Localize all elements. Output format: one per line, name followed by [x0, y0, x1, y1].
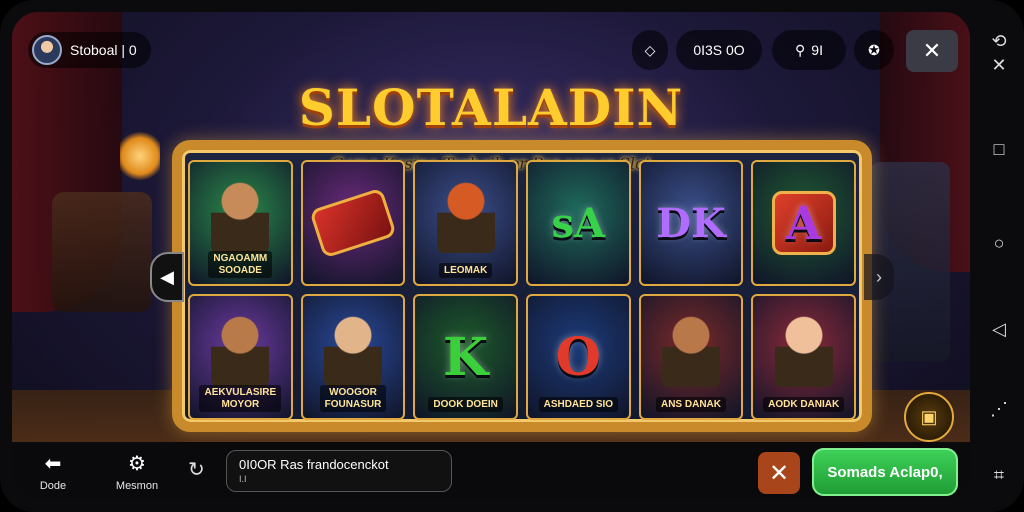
chevron-right-icon: ›: [876, 266, 882, 287]
cancel-button[interactable]: ✕: [758, 452, 800, 494]
character-icon: [661, 313, 720, 387]
reel-symbol: DK: [638, 160, 744, 286]
refresh-icon[interactable]: ↻: [188, 457, 205, 482]
reel-symbol: WOOGOR FOUNASUR: [300, 294, 406, 420]
status-box: 0I0OR Ras frandocenckot I.I: [226, 450, 452, 492]
close-icon: ✕: [922, 38, 942, 63]
cube-icon: A: [771, 191, 836, 255]
symbol-label: NGAOAMM SOOADE: [208, 251, 273, 278]
reel-symbol: [300, 160, 406, 286]
menu-label: Mesmon: [115, 480, 159, 492]
search-button[interactable]: ⚲ 9I: [772, 30, 846, 70]
symbol-art: DK: [656, 199, 726, 247]
reel-symbol: O ASHDAED SIO: [525, 294, 631, 420]
next-arrow[interactable]: ›: [864, 254, 894, 300]
symbol-art: sA: [551, 199, 606, 247]
reel-symbol: LEOMAK: [413, 160, 518, 286]
status-line-2: I.I: [239, 474, 247, 484]
back-button[interactable]: ⬅ Dode: [18, 451, 88, 492]
reel-symbol: AODK DANIAK: [751, 294, 856, 420]
reel-symbol: AEKVULASIRE MOYOR: [188, 294, 293, 420]
reel-grid: NGAOAMM SOOADE LEOMAK sA DK A AEKVULASIRE MOY…: [188, 160, 856, 420]
diamond-button[interactable]: ◇: [632, 30, 668, 70]
gamepad-button[interactable]: ✪: [854, 30, 894, 70]
treasure-cannon-icon: [309, 187, 397, 259]
character-icon: [211, 313, 270, 387]
search-count: 9I: [811, 42, 823, 58]
status-line-1: 0I0OR Ras frandocenckot: [239, 457, 389, 472]
rotate-icon[interactable]: ⟲: [986, 28, 1012, 54]
symbol-label: AODK DANIAK: [763, 396, 845, 412]
symbol-label: ANS DANAK: [655, 396, 726, 412]
symbol-art: [303, 162, 404, 284]
reel-symbol: sA: [525, 160, 631, 286]
character-icon: [774, 313, 833, 387]
bottom-bar: ⬅ Dode ⚙ Mesmon ↻ 0I0OR Ras frandocencko…: [12, 442, 970, 500]
reel-symbol: K DOOK DOEIN: [413, 294, 518, 420]
close-icon: ✕: [768, 459, 790, 487]
recents-square-icon[interactable]: □: [986, 136, 1012, 162]
chest-icon: ▣: [920, 406, 938, 427]
symbol-label: WOOGOR FOUNASUR: [319, 385, 387, 412]
character-icon: [323, 313, 382, 387]
search-icon: ⚲: [795, 41, 806, 58]
reel-symbol: A: [751, 160, 856, 286]
background-machine-left: [52, 192, 152, 312]
play-button[interactable]: Somads Aclap0,: [812, 448, 958, 496]
symbol-label: LEOMAK: [438, 262, 493, 278]
reel-symbol: ANS DANAK: [638, 294, 744, 420]
close-button[interactable]: ✕: [906, 30, 958, 72]
phone-frame: Stoboal | 0 ◇ 0I3S 0O ⚲ 9I ✪ ✕ SLOTALADI…: [0, 0, 1024, 512]
reel-symbol: NGAOAMM SOOADE: [188, 160, 293, 286]
menu-button[interactable]: ⚙ Mesmon: [102, 451, 172, 492]
back-triangle-icon[interactable]: ◁: [986, 316, 1012, 342]
symbol-art: A: [753, 162, 854, 284]
symbol-label: AEKVULASIRE MOYOR: [199, 385, 282, 412]
username: Stoboal | 0: [70, 42, 137, 58]
screenshot-icon[interactable]: ⌗: [986, 462, 1012, 488]
chevron-left-icon: ◀: [160, 266, 174, 287]
gamepad-icon: ✪: [868, 41, 880, 58]
game-title: SLOTALADIN: [298, 78, 684, 137]
back-arrow-icon: ⬅: [44, 453, 62, 475]
balance-display: 0I3S 0O: [676, 30, 762, 70]
treasure-chest-button[interactable]: ▣: [904, 392, 954, 442]
share-icon[interactable]: ⋰: [986, 396, 1012, 422]
system-navigation: ⟲ ✕ □ ○ ◁ ⋰ ⌗: [976, 0, 1024, 512]
shuffle-icon[interactable]: ✕: [986, 52, 1012, 78]
diamond-icon: ◇: [644, 41, 656, 58]
symbol-label: ASHDAED SIO: [538, 396, 619, 412]
character-icon: [211, 179, 270, 253]
genie-icon: [436, 179, 495, 253]
gear-icon: ⚙: [128, 453, 146, 475]
balance-value: 0I3S 0O: [693, 42, 745, 58]
home-circle-icon[interactable]: ○: [986, 230, 1012, 256]
game-screen: Stoboal | 0 ◇ 0I3S 0O ⚲ 9I ✪ ✕ SLOTALADI…: [12, 12, 970, 500]
back-label: Dode: [39, 480, 67, 492]
symbol-label: DOOK DOEIN: [428, 396, 503, 412]
user-profile-chip[interactable]: Stoboal | 0: [28, 32, 151, 68]
avatar: [32, 35, 62, 65]
previous-arrow[interactable]: ◀: [150, 252, 184, 302]
